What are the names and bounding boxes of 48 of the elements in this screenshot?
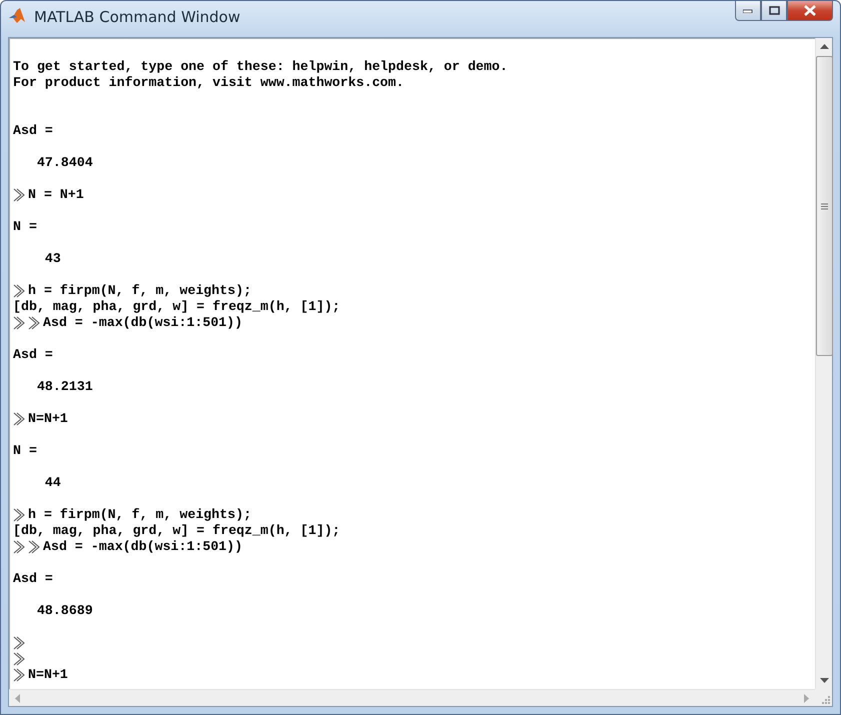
console-text: To get started, type one of these: helpwin, helpdesk, or demo.	[13, 59, 508, 75]
vertical-scrollbar[interactable]	[815, 38, 832, 689]
console-text: h = firpm(N, f, m, weights);	[28, 283, 252, 299]
maximize-button[interactable]	[761, 1, 787, 21]
horizontal-scrollbar[interactable]	[9, 689, 815, 706]
minimize-icon	[743, 8, 753, 12]
prompt-icon	[13, 540, 25, 554]
close-button[interactable]	[787, 1, 833, 21]
scroll-thumb[interactable]	[816, 56, 832, 356]
console-text: 43	[44, 251, 61, 267]
scroll-left-icon[interactable]	[14, 694, 20, 702]
console-text: Asd =	[13, 571, 53, 587]
prompt-icon	[13, 508, 25, 522]
console-text: Asd =	[13, 347, 53, 363]
window-title: MATLAB Command Window	[34, 8, 240, 26]
prompt-icon	[13, 636, 25, 650]
console-text: 48.2131	[36, 379, 93, 395]
console-text: N = N+1	[28, 187, 84, 203]
console-text: N =	[13, 443, 37, 459]
console-text: N=N+1	[28, 667, 68, 683]
console-text: Asd =	[13, 123, 53, 139]
console-text: N =	[13, 219, 37, 235]
prompt-icon	[13, 668, 25, 682]
minimize-button[interactable]	[735, 1, 761, 21]
console-text: [db, mag, pha, grd, w] = freqz_m(h, [1]);	[13, 299, 340, 315]
scroll-right-icon[interactable]	[804, 694, 810, 702]
matlab-logo-icon	[8, 7, 26, 25]
console-text: [db, mag, pha, grd, w] = freqz_m(h, [1]);	[13, 523, 340, 539]
console-text: N=N+1	[28, 411, 68, 427]
scroll-down-icon[interactable]	[820, 678, 828, 684]
console-text: h = firpm(N, f, m, weights);	[28, 507, 252, 523]
console-text: Asd = -max(db(wsi:1:501))	[43, 539, 242, 555]
prompt-icon	[13, 652, 25, 666]
console-text: 48.8689	[36, 603, 93, 619]
prompt-icon	[13, 316, 25, 330]
console-text: 47.8404	[36, 155, 93, 171]
resize-grip-icon	[821, 695, 830, 704]
console-text: Asd = -max(db(wsi:1:501))	[43, 315, 242, 331]
console-text: For product information, visit www.mathworks.com.	[13, 75, 404, 91]
prompt-icon	[13, 412, 25, 426]
maximize-icon	[768, 6, 780, 15]
prompt-icon	[13, 284, 25, 298]
console-text: 44	[44, 475, 61, 491]
prompt-icon	[28, 540, 40, 554]
close-icon	[803, 5, 817, 16]
scroll-up-icon[interactable]	[820, 43, 828, 49]
prompt-icon	[13, 188, 25, 202]
prompt-icon	[28, 316, 40, 330]
